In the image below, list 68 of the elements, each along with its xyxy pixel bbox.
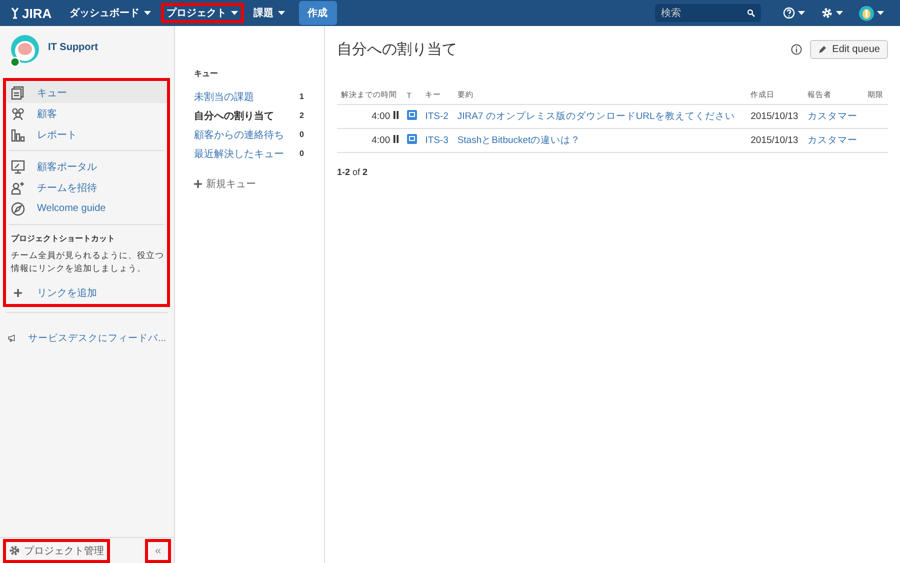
sidebar-item[interactable]: 顧客ポータル: [3, 156, 170, 177]
issue-key[interactable]: ITS-3: [425, 135, 448, 146]
caret-icon: [278, 11, 285, 15]
issue-type-icon: [406, 110, 417, 120]
search-field[interactable]: 検索: [655, 4, 761, 22]
project-avatar: [10, 34, 40, 68]
issue-type-icon: [406, 134, 417, 144]
nav-menu[interactable]: プロジェクト: [160, 3, 244, 23]
queue-link[interactable]: 最近解決したキュー: [194, 146, 284, 160]
sidebar-item[interactable]: キュー: [3, 82, 170, 103]
project-name[interactable]: IT Support: [48, 42, 98, 60]
time-remaining: 4:00: [372, 111, 390, 122]
created-date: 2015/10/13: [750, 111, 798, 122]
help-menu[interactable]: [783, 7, 805, 19]
pause-icon: [392, 135, 399, 143]
plus-icon: [14, 289, 22, 298]
add-user-icon: [11, 180, 25, 194]
page-title: 自分への割り当て: [337, 40, 458, 58]
nav-menu[interactable]: ダッシュボード: [64, 3, 157, 23]
user-menu[interactable]: [859, 6, 884, 20]
queues-heading: キュー: [194, 68, 219, 79]
sidebar-item[interactable]: レポート: [3, 124, 170, 145]
compass-icon: [11, 202, 25, 216]
info-icon[interactable]: [791, 44, 802, 54]
collapse-button[interactable]: «: [145, 538, 171, 562]
create-button[interactable]: 作成: [298, 1, 337, 25]
section-heading: プロジェクトショートカット: [10, 233, 116, 245]
caret-icon: [877, 11, 884, 15]
queue-link[interactable]: 自分への割り当て: [194, 108, 274, 122]
reporter-link[interactable]: カスタマー: [808, 135, 858, 146]
add-link[interactable]: リンクを追加: [3, 282, 170, 304]
sidebar-item[interactable]: Welcome guide: [3, 198, 170, 219]
caret-icon: [798, 11, 805, 15]
people-icon: [11, 106, 25, 120]
caret-icon: [144, 11, 151, 15]
issue-key[interactable]: ITS-2: [425, 111, 448, 122]
issue-summary[interactable]: StashとBitbucketの違いは？: [457, 135, 581, 146]
caret-icon: [230, 11, 238, 15]
pagination-info: 1-2 of 2: [337, 167, 369, 177]
queue-count: 0: [300, 130, 304, 139]
search-icon: [747, 9, 755, 17]
pause-icon: [392, 111, 399, 119]
sidebar-item[interactable]: 顧客: [3, 103, 170, 124]
edit-queue-button[interactable]: Edit queue: [810, 40, 888, 58]
queue-count: 2: [300, 111, 304, 120]
queue-count: 0: [300, 149, 304, 158]
project-admin-button[interactable]: プロジェクト管理: [3, 538, 110, 562]
issue-summary[interactable]: JIRA7 のオンプレミス版のダウンロードURLを教えてください: [457, 111, 735, 122]
reporter-link[interactable]: カスタマー: [808, 111, 858, 122]
queue-count: 1: [300, 92, 304, 101]
bar-chart-icon: [11, 128, 25, 142]
stack-icon: [11, 86, 25, 100]
settings-menu[interactable]: [821, 7, 843, 19]
shortcut-hint: チーム全員が見られるように、役立つ情報にリンクを追加しましょう。: [10, 249, 165, 275]
nav-menu[interactable]: 課題: [248, 3, 291, 23]
jira-logo[interactable]: JIRA: [10, 6, 52, 20]
time-remaining: 4:00: [372, 135, 390, 146]
new-queue-link[interactable]: 新規キュー: [194, 177, 324, 191]
queue-link[interactable]: 顧客からの連絡待ち: [194, 128, 284, 142]
queue-link[interactable]: 未割当の課題: [194, 90, 254, 104]
sidebar-item[interactable]: チームを招待: [3, 177, 170, 198]
caret-icon: [836, 11, 843, 15]
monitor-icon: [11, 160, 25, 174]
pencil-icon: [818, 44, 828, 54]
plus-icon: [194, 180, 202, 188]
feedback-link[interactable]: サービスデスクにフィードバ...: [0, 328, 174, 349]
settings-icon: [9, 545, 20, 556]
created-date: 2015/10/13: [750, 135, 798, 146]
